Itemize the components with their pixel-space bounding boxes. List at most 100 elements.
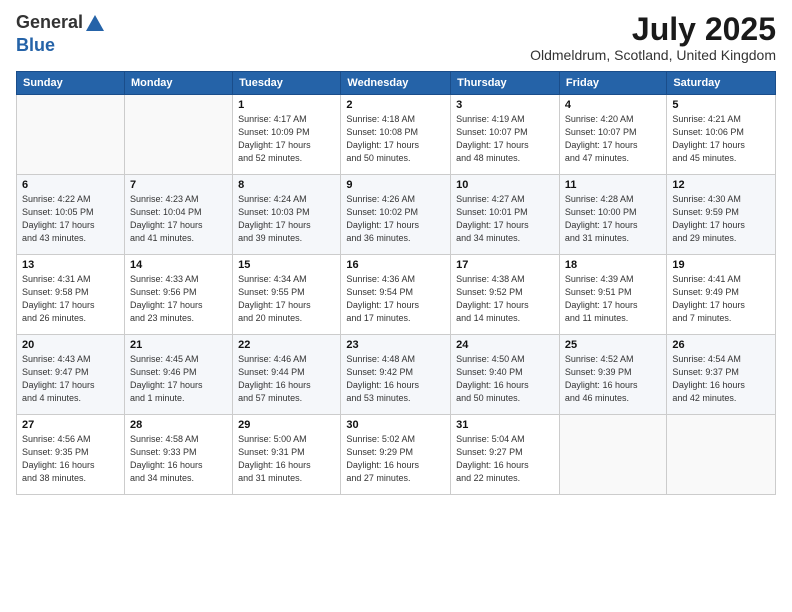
column-header-sunday: Sunday [17, 72, 125, 95]
calendar-cell: 10 Sunrise: 4:27 AM Sunset: 10:01 PM Dayl… [451, 175, 560, 255]
day-info: Sunrise: 4:30 AM Sunset: 9:59 PM Dayligh… [672, 193, 770, 245]
day-info: Sunrise: 4:34 AM Sunset: 9:55 PM Dayligh… [238, 273, 335, 325]
day-number: 14 [130, 259, 227, 271]
day-info: Sunrise: 4:19 AM Sunset: 10:07 PM Daylig… [456, 113, 554, 165]
calendar-week-3: 13Sunrise: 4:31 AM Sunset: 9:58 PM Dayli… [17, 255, 776, 335]
day-info: Sunrise: 5:00 AM Sunset: 9:31 PM Dayligh… [238, 433, 335, 485]
calendar-week-4: 20Sunrise: 4:43 AM Sunset: 9:47 PM Dayli… [17, 335, 776, 415]
column-header-wednesday: Wednesday [341, 72, 451, 95]
calendar-cell: 13Sunrise: 4:31 AM Sunset: 9:58 PM Dayli… [17, 255, 125, 335]
calendar-cell: 2 Sunrise: 4:18 AM Sunset: 10:08 PM Dayli… [341, 95, 451, 175]
day-number: 31 [456, 419, 554, 431]
day-number: 15 [238, 259, 335, 271]
day-info: Sunrise: 4:43 AM Sunset: 9:47 PM Dayligh… [22, 353, 119, 405]
day-number: 12 [672, 179, 770, 191]
calendar-cell: 15 Sunrise: 4:34 AM Sunset: 9:55 PM Dayli… [233, 255, 341, 335]
day-number: 9 [346, 179, 445, 191]
calendar-cell: 16 Sunrise: 4:36 AM Sunset: 9:54 PM Dayli… [341, 255, 451, 335]
day-info: Sunrise: 4:24 AM Sunset: 10:03 PM Daylig… [238, 193, 335, 245]
calendar-cell: 31 Sunrise: 5:04 AM Sunset: 9:27 PM Dayli… [451, 415, 560, 495]
day-info: Sunrise: 5:04 AM Sunset: 9:27 PM Dayligh… [456, 433, 554, 485]
day-number: 25 [565, 339, 661, 351]
day-number: 16 [346, 259, 445, 271]
calendar-cell: 7 Sunrise: 4:23 AM Sunset: 10:04 PM Dayli… [124, 175, 232, 255]
day-info: Sunrise: 4:48 AM Sunset: 9:42 PM Dayligh… [346, 353, 445, 405]
day-number: 5 [672, 99, 770, 111]
calendar-cell: 1 Sunrise: 4:17 AM Sunset: 10:09 PM Dayli… [233, 95, 341, 175]
day-number: 28 [130, 419, 227, 431]
column-header-saturday: Saturday [667, 72, 776, 95]
page: General Blue July 2025 Oldmeldrum, Scotl… [0, 0, 792, 612]
day-info: Sunrise: 4:36 AM Sunset: 9:54 PM Dayligh… [346, 273, 445, 325]
day-number: 7 [130, 179, 227, 191]
day-info: Sunrise: 4:23 AM Sunset: 10:04 PM Daylig… [130, 193, 227, 245]
calendar-cell: 25 Sunrise: 4:52 AM Sunset: 9:39 PM Dayli… [559, 335, 666, 415]
day-info: Sunrise: 4:56 AM Sunset: 9:35 PM Dayligh… [22, 433, 119, 485]
calendar-cell: 17Sunrise: 4:38 AM Sunset: 9:52 PM Dayli… [451, 255, 560, 335]
day-info: Sunrise: 4:58 AM Sunset: 9:33 PM Dayligh… [130, 433, 227, 485]
day-number: 3 [456, 99, 554, 111]
logo-text: General Blue [16, 12, 107, 56]
calendar-cell: 4 Sunrise: 4:20 AM Sunset: 10:07 PM Dayli… [559, 95, 666, 175]
calendar-cell: 12 Sunrise: 4:30 AM Sunset: 9:59 PM Dayli… [667, 175, 776, 255]
day-info: Sunrise: 4:28 AM Sunset: 10:00 PM Daylig… [565, 193, 661, 245]
title-block: July 2025 Oldmeldrum, Scotland, United K… [530, 12, 776, 63]
calendar-cell: 22Sunrise: 4:46 AM Sunset: 9:44 PM Dayli… [233, 335, 341, 415]
calendar-cell: 28 Sunrise: 4:58 AM Sunset: 9:33 PM Dayli… [124, 415, 232, 495]
day-number: 29 [238, 419, 335, 431]
day-info: Sunrise: 4:54 AM Sunset: 9:37 PM Dayligh… [672, 353, 770, 405]
calendar-cell [559, 415, 666, 495]
calendar-cell: 5 Sunrise: 4:21 AM Sunset: 10:06 PM Dayli… [667, 95, 776, 175]
day-number: 19 [672, 259, 770, 271]
day-number: 1 [238, 99, 335, 111]
calendar-week-1: 1 Sunrise: 4:17 AM Sunset: 10:09 PM Dayli… [17, 95, 776, 175]
day-info: Sunrise: 4:45 AM Sunset: 9:46 PM Dayligh… [130, 353, 227, 405]
day-info: Sunrise: 4:18 AM Sunset: 10:08 PM Daylig… [346, 113, 445, 165]
day-info: Sunrise: 4:41 AM Sunset: 9:49 PM Dayligh… [672, 273, 770, 325]
day-info: Sunrise: 4:26 AM Sunset: 10:02 PM Daylig… [346, 193, 445, 245]
month-title: July 2025 [530, 12, 776, 47]
calendar-cell: 11 Sunrise: 4:28 AM Sunset: 10:00 PM Dayl… [559, 175, 666, 255]
day-number: 21 [130, 339, 227, 351]
calendar-cell [124, 95, 232, 175]
calendar-cell: 29 Sunrise: 5:00 AM Sunset: 9:31 PM Dayli… [233, 415, 341, 495]
location: Oldmeldrum, Scotland, United Kingdom [530, 47, 776, 63]
calendar-cell: 14Sunrise: 4:33 AM Sunset: 9:56 PM Dayli… [124, 255, 232, 335]
day-info: Sunrise: 4:27 AM Sunset: 10:01 PM Daylig… [456, 193, 554, 245]
calendar-cell: 18 Sunrise: 4:39 AM Sunset: 9:51 PM Dayli… [559, 255, 666, 335]
logo: General Blue [16, 12, 107, 56]
calendar-cell: 21 Sunrise: 4:45 AM Sunset: 9:46 PM Dayli… [124, 335, 232, 415]
column-header-monday: Monday [124, 72, 232, 95]
day-info: Sunrise: 4:21 AM Sunset: 10:06 PM Daylig… [672, 113, 770, 165]
calendar-cell [17, 95, 125, 175]
day-info: Sunrise: 4:20 AM Sunset: 10:07 PM Daylig… [565, 113, 661, 165]
day-info: Sunrise: 4:22 AM Sunset: 10:05 PM Daylig… [22, 193, 119, 245]
calendar-week-2: 6 Sunrise: 4:22 AM Sunset: 10:05 PM Dayli… [17, 175, 776, 255]
day-info: Sunrise: 4:38 AM Sunset: 9:52 PM Dayligh… [456, 273, 554, 325]
calendar-cell: 19 Sunrise: 4:41 AM Sunset: 9:49 PM Dayli… [667, 255, 776, 335]
day-number: 6 [22, 179, 119, 191]
column-header-tuesday: Tuesday [233, 72, 341, 95]
day-number: 27 [22, 419, 119, 431]
calendar-cell: 8 Sunrise: 4:24 AM Sunset: 10:03 PM Dayli… [233, 175, 341, 255]
day-info: Sunrise: 5:02 AM Sunset: 9:29 PM Dayligh… [346, 433, 445, 485]
day-info: Sunrise: 4:52 AM Sunset: 9:39 PM Dayligh… [565, 353, 661, 405]
day-number: 8 [238, 179, 335, 191]
day-number: 4 [565, 99, 661, 111]
day-number: 11 [565, 179, 661, 191]
calendar-cell: 3 Sunrise: 4:19 AM Sunset: 10:07 PM Dayli… [451, 95, 560, 175]
column-header-friday: Friday [559, 72, 666, 95]
day-number: 22 [238, 339, 335, 351]
calendar-table: SundayMondayTuesdayWednesdayThursdayFrid… [16, 71, 776, 495]
day-number: 2 [346, 99, 445, 111]
day-info: Sunrise: 4:17 AM Sunset: 10:09 PM Daylig… [238, 113, 335, 165]
calendar-cell: 9 Sunrise: 4:26 AM Sunset: 10:02 PM Dayli… [341, 175, 451, 255]
day-info: Sunrise: 4:39 AM Sunset: 9:51 PM Dayligh… [565, 273, 661, 325]
day-number: 18 [565, 259, 661, 271]
calendar-cell: 6 Sunrise: 4:22 AM Sunset: 10:05 PM Dayli… [17, 175, 125, 255]
calendar-cell: 30Sunrise: 5:02 AM Sunset: 9:29 PM Dayli… [341, 415, 451, 495]
day-number: 24 [456, 339, 554, 351]
calendar-cell: 27 Sunrise: 4:56 AM Sunset: 9:35 PM Dayli… [17, 415, 125, 495]
day-number: 26 [672, 339, 770, 351]
day-number: 10 [456, 179, 554, 191]
